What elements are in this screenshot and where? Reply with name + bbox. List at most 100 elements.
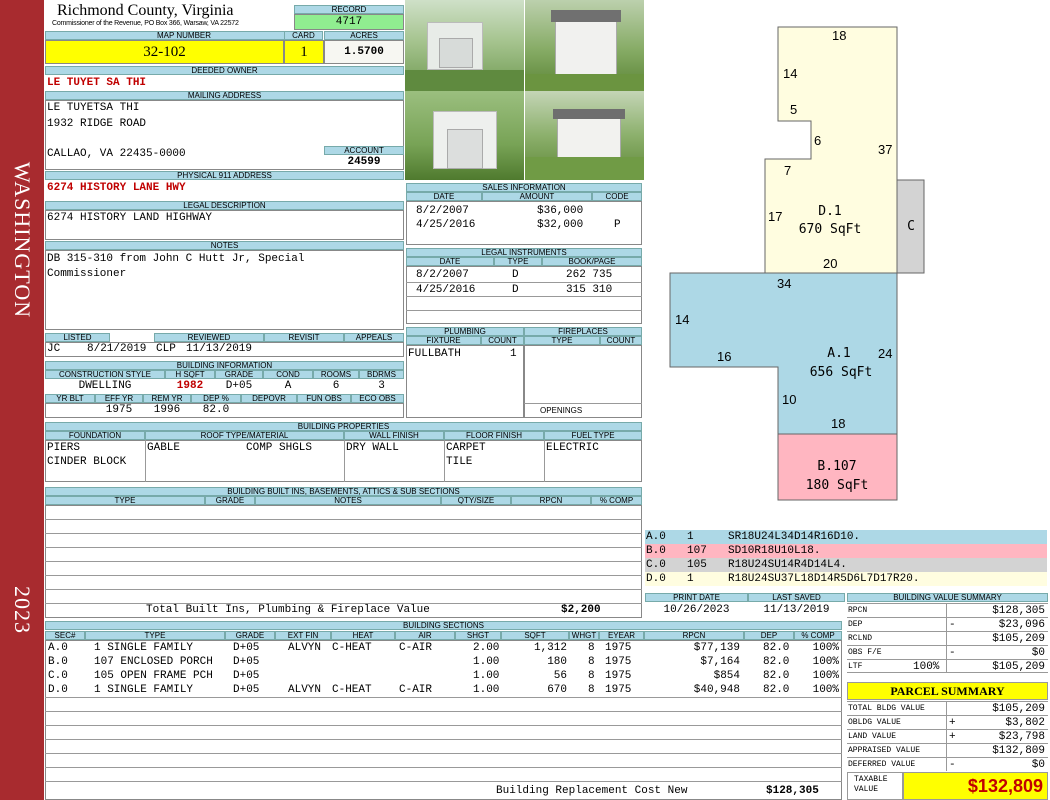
sketch-dim: 10	[782, 392, 796, 407]
sketch-dim: 18	[831, 416, 845, 431]
listed-date: 8/21/2019	[87, 343, 147, 355]
value-summary-row: RPCN $128,305	[847, 603, 1048, 617]
parcel-summary-row: DEFERRED VALUE - $0	[847, 757, 1048, 771]
built-ins-total-value: $2,200	[561, 604, 601, 616]
rooms-value: 6	[332, 380, 340, 392]
dep-pct-header: DEP %	[191, 394, 241, 403]
reviewed-by: CLP	[156, 343, 176, 355]
tax-year: 2023	[10, 586, 35, 634]
roof-type: GABLE	[147, 442, 181, 454]
funobs-header: FUN OBS	[297, 394, 351, 403]
map-number-box: 32-102	[45, 40, 284, 64]
physical-address: 6274 HISTORY LANE HWY	[47, 182, 186, 194]
sketch-dim: 14	[675, 312, 689, 327]
sales-date-header: DATE	[406, 192, 482, 201]
building-info-values-row	[45, 403, 404, 418]
section-row: D.0 1 SINGLE FAMILY D+05 ALVYN C-HEAT C-…	[48, 684, 839, 696]
value-summary-row: DEP - $23,096	[847, 617, 1048, 631]
remyr-header: REM YR	[143, 394, 191, 403]
hsqft-value: 1982	[176, 380, 204, 392]
map-number: 32-102	[143, 44, 186, 60]
sale-1-amount: $36,000	[537, 205, 584, 217]
value-summary-row: LTF 100% $105,209	[847, 659, 1048, 673]
builtin-grade-header: GRADE	[205, 496, 255, 505]
last-saved-date: 11/13/2019	[763, 604, 830, 616]
sale-2-amount: $32,000	[537, 219, 584, 231]
account-number: 24599	[347, 156, 381, 168]
building-properties-label: BUILDING PROPERTIES	[45, 422, 642, 431]
notes-line-2: Commissioner	[47, 268, 127, 280]
account-label: ACCOUNT	[324, 146, 404, 155]
wall-finish: DRY WALL	[346, 442, 399, 454]
plumbing-count-header: COUNT	[481, 336, 524, 345]
replacement-cost-label: Building Replacement Cost New	[496, 785, 688, 797]
photo-garage-side	[405, 91, 524, 180]
mailing-line-4: CALLAO, VA 22435-0000	[47, 148, 186, 160]
section-row: A.0 1 SINGLE FAMILY D+05 ALVYN C-HEAT C-…	[48, 642, 839, 654]
sketch-area-b: 180 SqFt	[806, 478, 869, 493]
instrument-date-header: DATE	[406, 257, 494, 266]
instrument-bookpage-header: BOOK/PAGE	[542, 257, 642, 266]
map-number-label: MAP NUMBER	[45, 31, 323, 40]
plumbing-count: 1	[510, 348, 517, 360]
sec-heat-header: HEAT	[331, 631, 395, 640]
county-title: Richmond County, Virginia	[57, 2, 234, 19]
fireplace-count-header: COUNT	[600, 336, 642, 345]
hsqft-header: H SQFT	[165, 370, 215, 379]
value-summary-row: RCLND $105,209	[847, 631, 1048, 645]
fuel-type-header: FUEL TYPE	[544, 431, 642, 440]
record-label: RECORD	[294, 5, 404, 14]
sketch-label-d: D.1	[818, 204, 841, 219]
district-name: WASHINGTON	[10, 161, 36, 319]
sketch-code-row: D.0 1 R18U24SU37L18D14R5D6L7D17R20.	[645, 572, 1047, 586]
plumbing-label: PLUMBING	[406, 327, 524, 336]
foundation-1: PIERS	[47, 442, 81, 454]
sales-code-header: CODE	[592, 192, 642, 201]
yrblt-header: YR BLT	[45, 394, 95, 403]
bdrms-header: BDRMS	[359, 370, 404, 379]
taxable-label-box: TAXABLE VALUE	[847, 772, 903, 800]
sketch-dim: 20	[823, 256, 837, 271]
photo-house-front	[525, 0, 644, 91]
grade-header: GRADE	[215, 370, 263, 379]
acres-label: ACRES	[324, 31, 404, 40]
legal-description-label: LEGAL DESCRIPTION	[45, 201, 404, 210]
fixture-header: FIXTURE	[406, 336, 481, 345]
sketch-dim: 14	[783, 66, 797, 81]
parcel-summary-header: PARCEL SUMMARY	[847, 682, 1048, 700]
built-ins-label: BUILDING BUILT INS, BASEMENTS, ATTICS & …	[45, 487, 642, 496]
value-summary-row: OBS F/E - $0	[847, 645, 1048, 659]
cond-header: COND	[263, 370, 313, 379]
floor-finish-header: FLOOR FINISH	[444, 431, 544, 440]
parcel-summary-row: APPRAISED VALUE $132,809	[847, 743, 1048, 757]
sec-shgt-header: SHGT	[455, 631, 501, 640]
sec-comp-header: % COMP	[794, 631, 842, 640]
reviewed-date: 11/13/2019	[186, 343, 253, 355]
sketch-section-a	[669, 272, 898, 435]
card-box: 1	[284, 40, 324, 64]
taxable-value: $132,809	[967, 776, 1043, 796]
sketch-dim: 7	[784, 163, 791, 178]
fuel-type: ELECTRIC	[546, 442, 599, 454]
sec-eyear-header: EYEAR	[599, 631, 644, 640]
sale-1-date: 8/2/2007	[416, 205, 469, 217]
parcel-summary-title: PARCEL SUMMARY	[890, 684, 1005, 698]
acres-value: 1.5700	[344, 46, 384, 58]
section-row: B.0 107 ENCLOSED PORCH D+05 1.00 180 8 1…	[48, 656, 839, 668]
card-label: CARD	[284, 31, 323, 40]
mailing-line-2: 1932 RIDGE ROAD	[47, 118, 147, 130]
builtin-notes-header: NOTES	[255, 496, 441, 505]
rooms-header: ROOMS	[313, 370, 359, 379]
sec-air-header: AIR	[395, 631, 455, 640]
fireplace-type-header: TYPE	[524, 336, 600, 345]
sec-dep-header: DEP	[744, 631, 794, 640]
last-saved-label: LAST SAVED	[748, 593, 845, 602]
print-date: 10/26/2023	[663, 604, 730, 616]
building-info-label: BUILDING INFORMATION	[45, 361, 404, 370]
building-sketch: 18 14 5 6 37 7 17 20 34 14 16 24 10 18 D…	[669, 26, 925, 501]
commissioner-address: Commissioner of the Revenue, PO Box 366,…	[52, 20, 239, 27]
building-sections-label: BUILDING SECTIONS	[45, 621, 842, 630]
record-box: 4717	[294, 14, 404, 30]
grade-value: D+05	[225, 380, 253, 392]
legal-instruments-label: LEGAL INSTRUMENTS	[406, 248, 642, 257]
